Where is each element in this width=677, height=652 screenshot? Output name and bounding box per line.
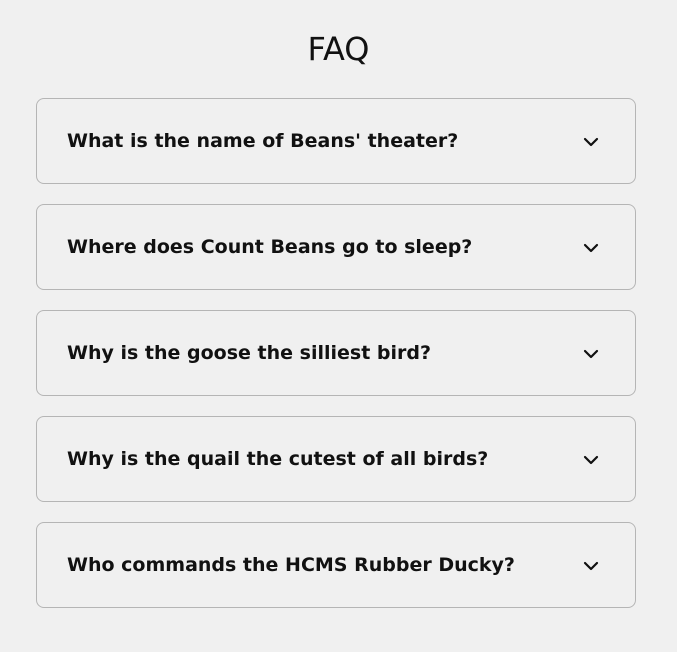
chevron-down-icon — [583, 243, 599, 253]
page-title: FAQ — [307, 30, 370, 68]
faq-question: Where does Count Beans go to sleep? — [67, 236, 473, 258]
faq-question: Why is the goose the silliest bird? — [67, 342, 432, 364]
faq-list: What is the name of Beans' theater? Wher… — [36, 98, 636, 628]
chevron-down-icon — [583, 455, 599, 465]
chevron-down-icon — [583, 561, 599, 571]
faq-item[interactable]: Where does Count Beans go to sleep? — [36, 204, 636, 290]
faq-item[interactable]: Who commands the HCMS Rubber Ducky? — [36, 522, 636, 608]
faq-item[interactable]: What is the name of Beans' theater? — [36, 98, 636, 184]
faq-item[interactable]: Why is the quail the cutest of all birds… — [36, 416, 636, 502]
faq-question: Who commands the HCMS Rubber Ducky? — [67, 554, 515, 576]
faq-question: Why is the quail the cutest of all birds… — [67, 448, 489, 470]
chevron-down-icon — [583, 137, 599, 147]
faq-item[interactable]: Why is the goose the silliest bird? — [36, 310, 636, 396]
chevron-down-icon — [583, 349, 599, 359]
faq-question: What is the name of Beans' theater? — [67, 130, 459, 152]
